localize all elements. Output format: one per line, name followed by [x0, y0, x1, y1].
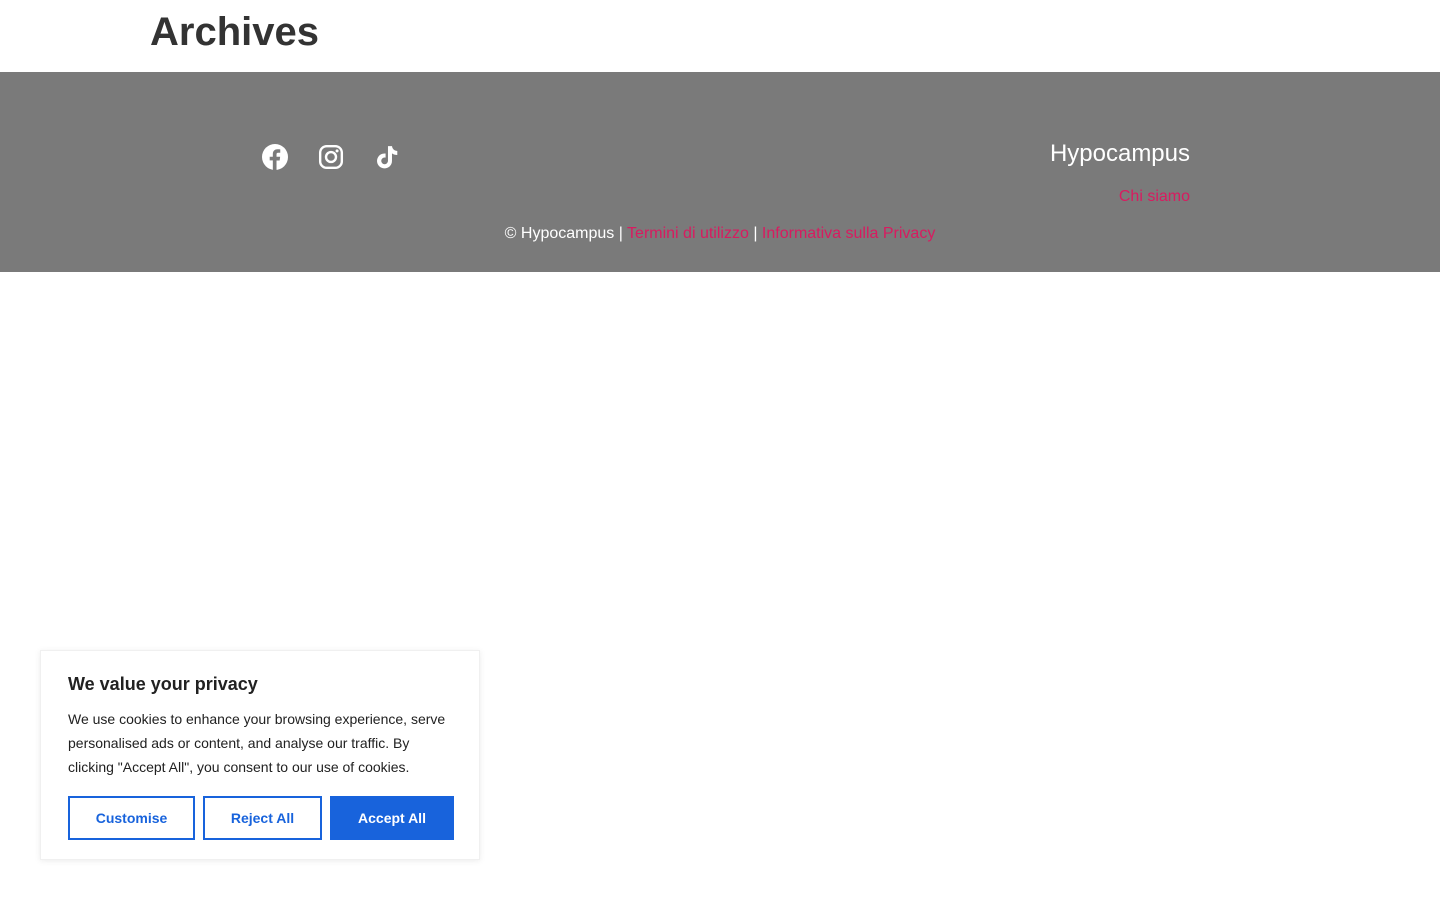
- copyright-line: © Hypocampus | Termini di utilizzo | Inf…: [0, 223, 1440, 245]
- cookie-banner-title: We value your privacy: [68, 674, 258, 694]
- customise-button[interactable]: Customise: [68, 796, 195, 840]
- instagram-icon: [318, 144, 344, 170]
- reject-all-button[interactable]: Reject All: [203, 796, 322, 840]
- cookie-buttons: Customise Reject All Accept All: [68, 796, 454, 840]
- facebook-icon: [262, 144, 288, 170]
- page-title: Archives: [150, 10, 319, 54]
- facebook-link[interactable]: [262, 144, 288, 170]
- terms-link[interactable]: Termini di utilizzo: [627, 225, 749, 242]
- about-us-link[interactable]: Chi siamo: [1119, 186, 1190, 208]
- footer-brand-title: Hypocampus: [1049, 140, 1190, 167]
- copyright-text: © Hypocampus |: [504, 225, 623, 242]
- accept-all-button[interactable]: Accept All: [330, 796, 454, 840]
- cookie-banner: We value your privacy We use cookies to …: [40, 650, 480, 860]
- tiktok-icon: [377, 146, 398, 169]
- cookie-banner-text: We use cookies to enhance your browsing …: [68, 711, 446, 775]
- page-header: Archives: [0, 0, 1440, 72]
- tiktok-link[interactable]: [374, 144, 400, 170]
- social-links: [262, 144, 400, 170]
- separator: |: [753, 225, 758, 242]
- site-footer: Hypocampus Chi siamo © Hypocampus | Term…: [0, 72, 1440, 272]
- privacy-link[interactable]: Informativa sulla Privacy: [762, 225, 935, 242]
- page: Archives Hypocampus Chi siamo © Hypocamp…: [0, 0, 1440, 900]
- instagram-link[interactable]: [318, 144, 344, 170]
